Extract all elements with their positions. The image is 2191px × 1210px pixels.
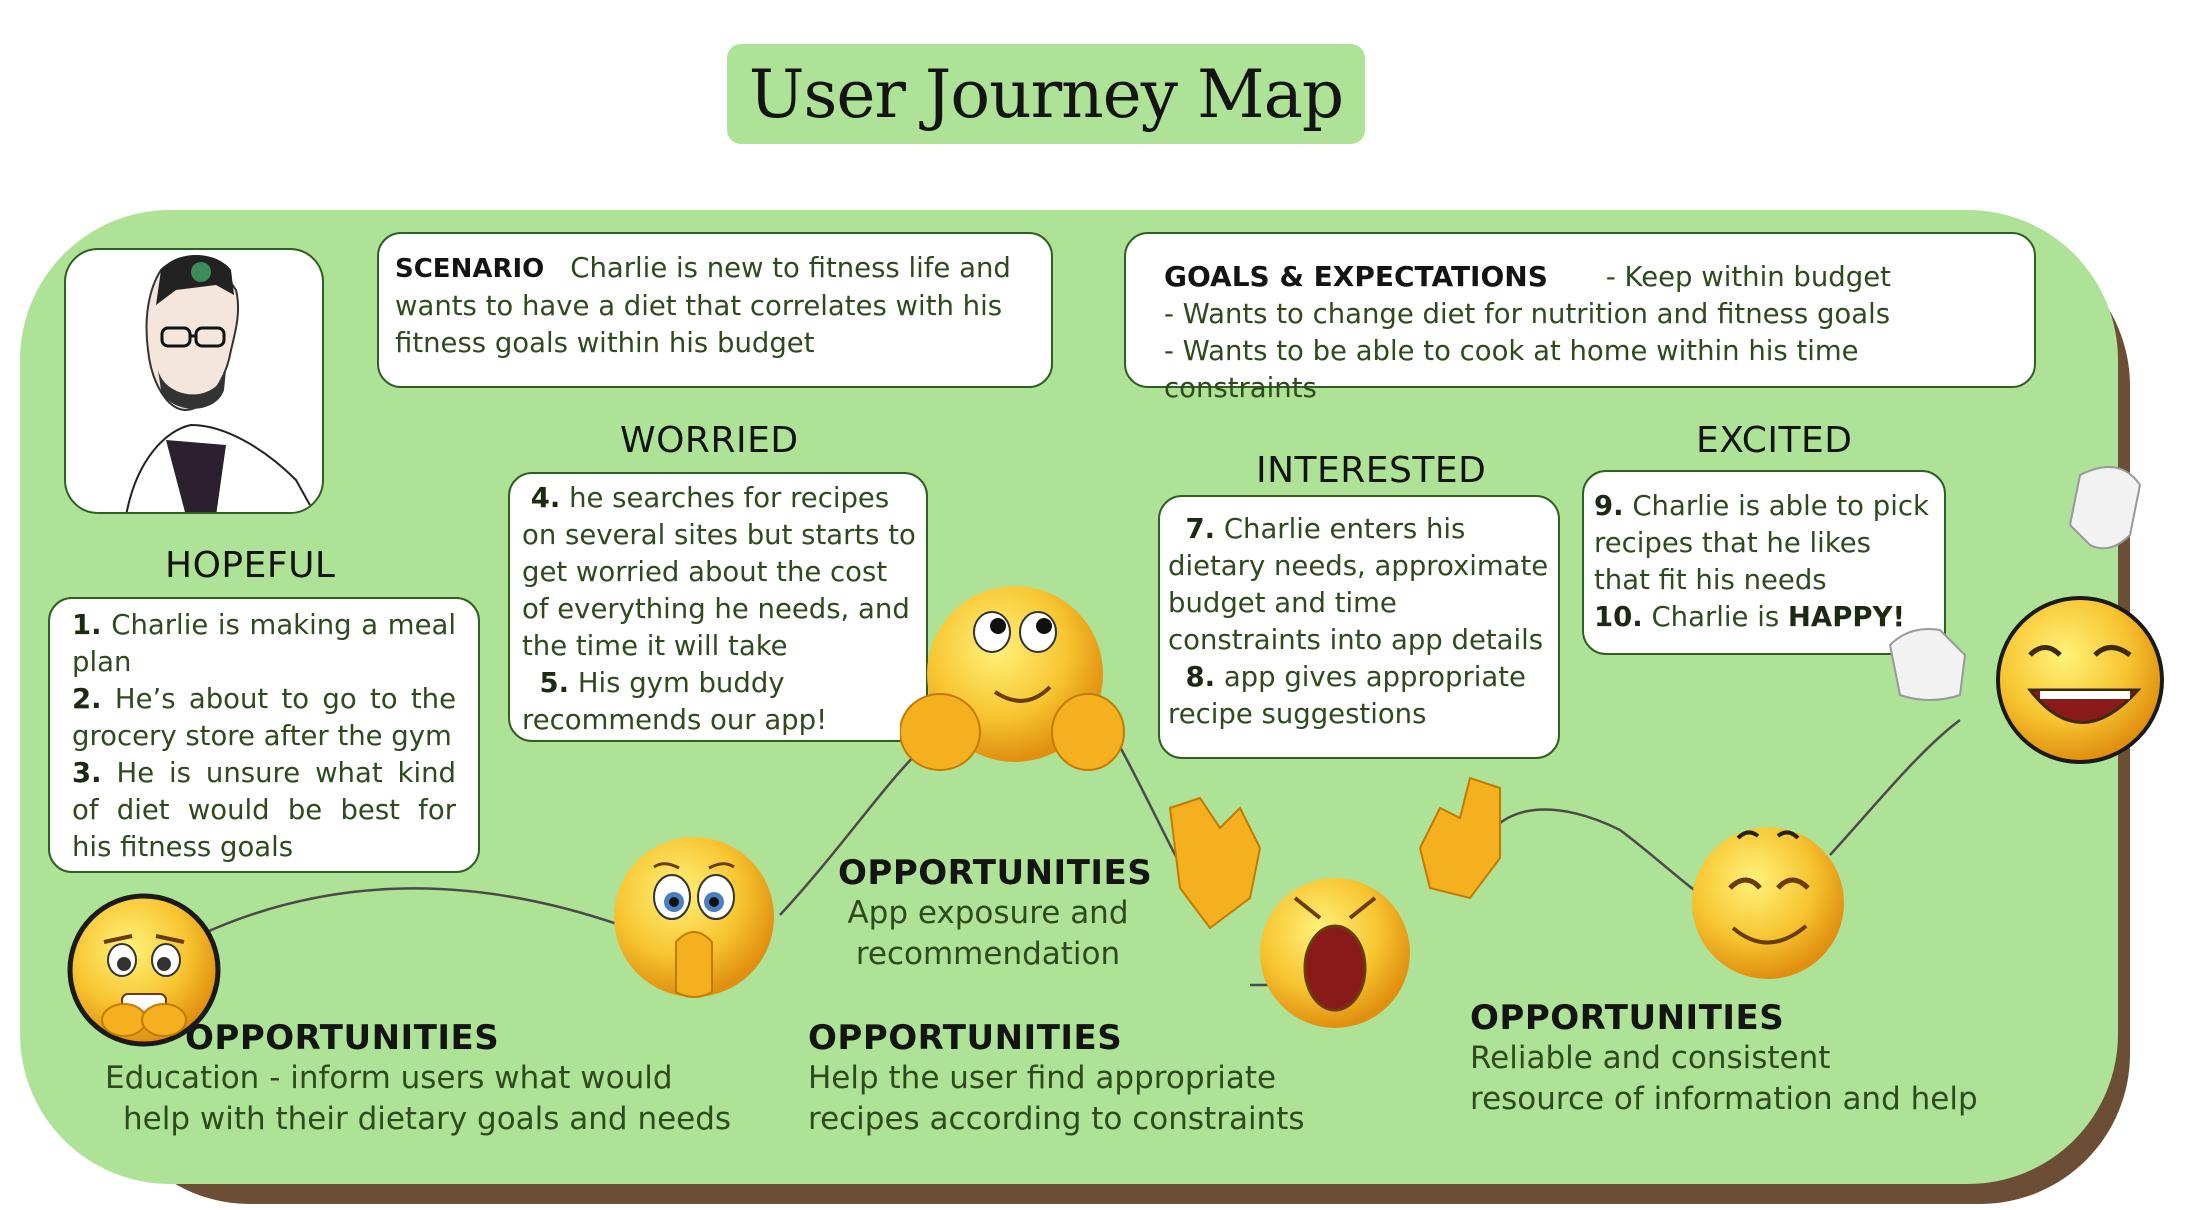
stage-card-worried: 4. he searches for recipes on several si…: [508, 472, 928, 742]
title-banner: User Journey Map: [727, 44, 1365, 144]
step-number: 7.: [1185, 513, 1216, 545]
laughing-emoji-icon: [1888, 466, 2164, 764]
stage-card-hopeful: 1. Charlie is making a meal plan 2. He’s…: [48, 597, 480, 873]
opportunity-text-line: resource of information and help: [1470, 1081, 1978, 1117]
opportunity-text-line: recipes according to constraints: [808, 1101, 1305, 1137]
step-text: he searches for recipes on several sites…: [522, 482, 916, 662]
step-number: 5.: [539, 667, 570, 699]
opportunity-2: OPPORTUNITIES App exposure and recommend…: [838, 853, 1153, 975]
step-text: He is unsure what kind of diet would be …: [72, 757, 456, 863]
step-number: 3.: [72, 757, 102, 789]
step-number: 9.: [1594, 490, 1624, 522]
persona-sketch-icon: [125, 255, 315, 512]
goal-item: - Wants to change diet for nutrition and…: [1164, 298, 1891, 330]
opportunity-text-line: Reliable and consistent: [1470, 1040, 1831, 1076]
goals-label: GOALS & EXPECTATIONS: [1164, 260, 1548, 293]
crying-emoji-icon: [1168, 776, 1501, 1028]
scenario-card: SCENARIO Charlie is new to fitness life a…: [377, 232, 1053, 388]
opportunity-heading: OPPORTUNITIES: [185, 1018, 500, 1058]
opportunity-text-line: Education - inform users what would: [105, 1060, 673, 1096]
content-emoji-icon: [1692, 827, 1844, 979]
emotion-label-excited: EXCITED: [1696, 420, 1853, 461]
step-number: 1.: [72, 609, 102, 641]
step-text: Charlie is able to pick recipes that he …: [1594, 490, 1929, 596]
emotion-label-hopeful: HOPEFUL: [165, 545, 336, 586]
opportunity-text-line: App exposure and: [847, 895, 1129, 931]
persona-avatar: [64, 248, 324, 514]
step-number: 4.: [530, 482, 561, 514]
opportunity-text-line: Help the user find appropriate: [808, 1060, 1277, 1096]
step-text: Charlie enters his dietary needs, approx…: [1168, 513, 1549, 656]
step-number: 8.: [1185, 661, 1216, 693]
step-text: He’s about to go to the grocery store af…: [72, 683, 456, 752]
surprised-emoji-icon: [614, 837, 774, 998]
emotion-label-interested: INTERESTED: [1256, 450, 1487, 491]
goal-item: - Wants to be able to cook at home withi…: [1164, 335, 1859, 404]
opportunity-heading: OPPORTUNITIES: [1470, 998, 1785, 1038]
anxious-emoji-icon: [67, 893, 221, 1047]
opportunity-heading: OPPORTUNITIES: [838, 853, 1153, 893]
step-text: Charlie is making a meal plan: [72, 609, 456, 678]
goals-card: GOALS & EXPECTATIONS - Keep within budget…: [1124, 232, 2036, 404]
opportunity-text-line: recommendation: [855, 936, 1121, 972]
stage-card-interested: 7. Charlie enters his dietary needs, app…: [1158, 495, 1560, 759]
step-number: 2.: [72, 683, 102, 715]
page-title: User Journey Map: [748, 55, 1344, 133]
opportunity-4: OPPORTUNITIES Reliable and consistent re…: [1470, 998, 2030, 1120]
goal-item: - Keep within budget: [1605, 261, 1891, 293]
step-text: app gives appropriate recipe suggestions: [1168, 661, 1526, 730]
step-number: 10.: [1594, 601, 1643, 633]
opportunity-text-line: help with their dietary goals and needs: [123, 1101, 732, 1137]
step-text: Charlie is: [1651, 601, 1788, 633]
scenario-label: SCENARIO: [395, 254, 545, 284]
emotion-label-worried: WORRIED: [620, 420, 799, 461]
thinking-emoji-icon: [900, 586, 1125, 771]
